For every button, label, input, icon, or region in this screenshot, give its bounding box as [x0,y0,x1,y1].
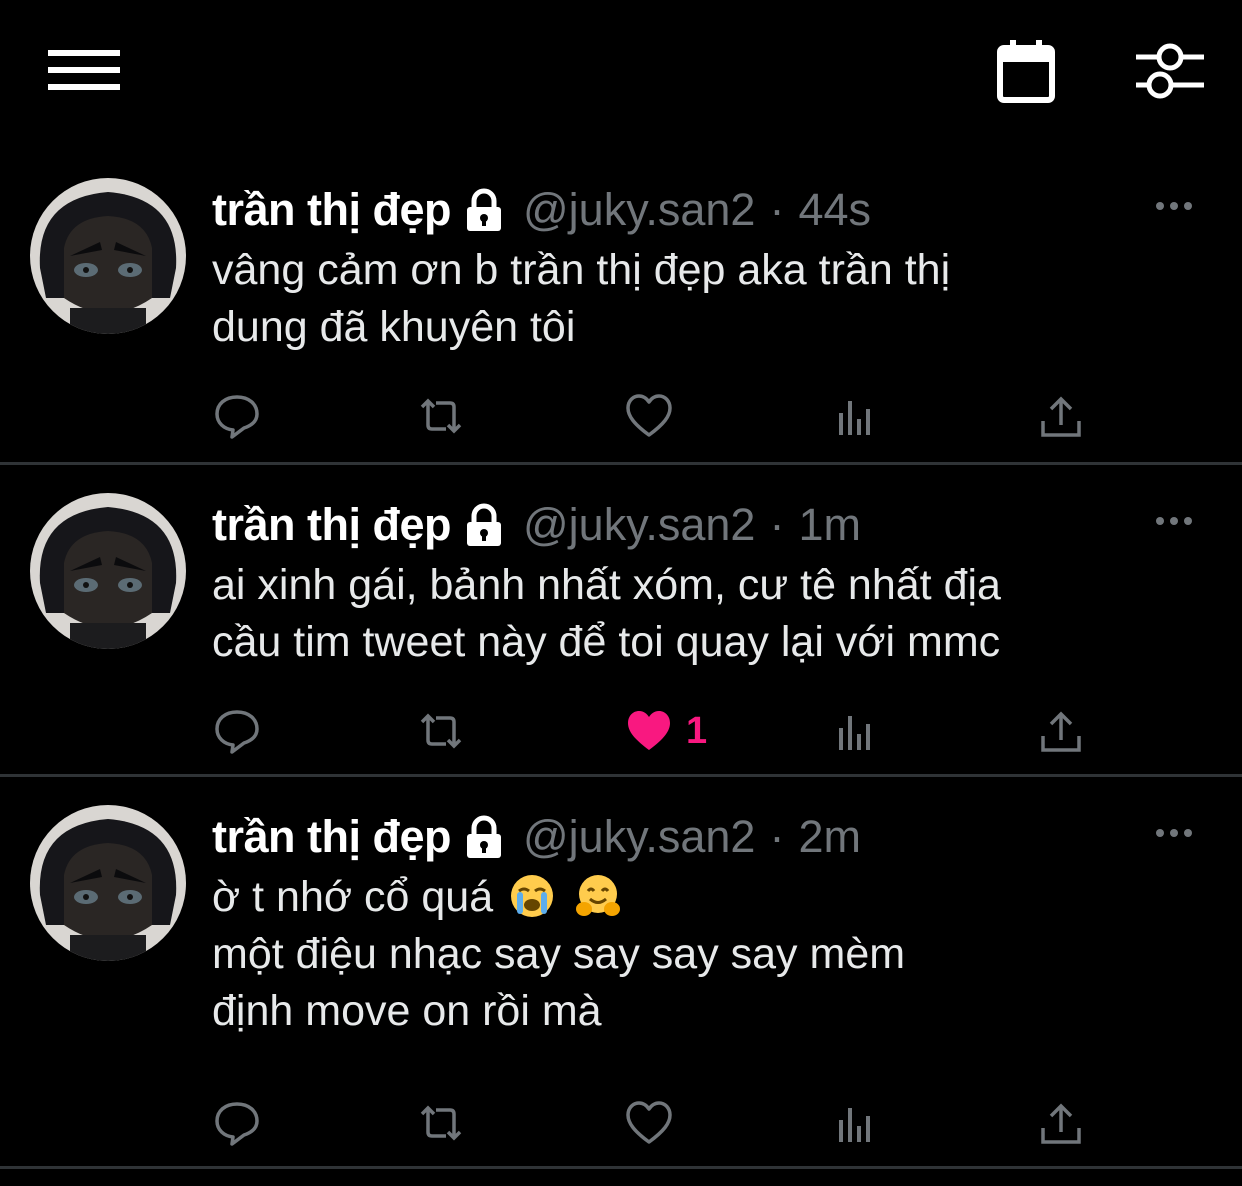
more-options-icon[interactable] [1154,196,1194,216]
lock-icon [461,502,507,548]
share-button[interactable] [1036,701,1086,761]
views-button[interactable] [830,1093,880,1153]
display-name[interactable]: trần thị đẹp [212,499,452,551]
like-button[interactable]: 1 [624,701,707,761]
tweet-text: vâng cảm ơn b trần thị đẹp aka trần thị … [212,246,951,351]
display-name[interactable]: trần thị đẹp [212,184,452,236]
timestamp[interactable]: 1m [798,499,861,551]
avatar[interactable] [30,493,186,649]
lock-icon [461,814,507,860]
tweet-actions [0,1093,1242,1153]
tweet-actions [0,386,1242,446]
share-icon [1041,1103,1081,1144]
separator: · [769,184,785,235]
reply-icon [215,710,259,754]
share-icon [1041,711,1081,752]
tweet-text-line1: ờ t nhớ cổ quá [212,873,494,921]
display-name[interactable]: trần thị đẹp [212,811,452,863]
bar-chart-icon [839,401,870,435]
sliders-icon[interactable] [1134,40,1206,102]
tweet[interactable]: trần thị đẹp @juky.san2 · 44s vâng cảm ơ… [0,150,1242,465]
avatar[interactable] [30,178,186,334]
reply-button[interactable] [212,386,262,446]
tweet-text: ờ t nhớ cổ quá một điệu nhạc say say say… [212,869,1192,1040]
tweet-header: trần thị đẹp @juky.san2 · 44s [212,180,871,240]
reply-button[interactable] [212,1093,262,1153]
tweet-header: trần thị đẹp @juky.san2 · 2m [212,807,861,867]
like-button[interactable] [624,386,674,446]
retweet-button[interactable] [416,386,466,446]
timestamp[interactable]: 44s [798,184,871,236]
loudly-crying-face-icon [509,873,555,919]
user-handle[interactable]: @juky.san2 [523,811,755,863]
tweet-text: ai xinh gái, bảnh nhất xóm, cư tê nhất đ… [212,561,1001,666]
more-options-icon[interactable] [1154,823,1194,843]
user-handle[interactable]: @juky.san2 [523,184,755,236]
retweet-icon [420,398,462,434]
hugging-face-icon [575,873,621,919]
separator: · [769,499,785,550]
share-button[interactable] [1036,386,1086,446]
retweet-button[interactable] [416,701,466,761]
heart-outline-icon [626,394,672,437]
share-icon [1041,396,1081,437]
views-button[interactable] [830,386,880,446]
bar-chart-icon [839,1108,870,1142]
tweet-text-rest: một điệu nhạc say say say say mèm định m… [212,930,906,1035]
separator: · [769,811,785,862]
reply-button[interactable] [212,701,262,761]
retweet-icon [420,713,462,749]
timestamp[interactable]: 2m [798,811,861,863]
bar-chart-icon [839,716,870,750]
hamburger-menu-icon[interactable] [48,46,120,94]
like-count: 1 [686,709,708,752]
avatar[interactable] [30,805,186,961]
more-options-icon[interactable] [1154,511,1194,531]
tweet[interactable]: trần thị đẹp @juky.san2 · 2m ờ t nhớ cổ … [0,777,1242,1169]
tweet-actions: 1 [0,701,1242,761]
calendar-icon[interactable] [996,38,1056,104]
top-navigation-bar [0,0,1242,150]
lock-icon [461,187,507,233]
retweet-button[interactable] [416,1093,466,1153]
retweet-icon [420,1105,462,1141]
user-handle[interactable]: @juky.san2 [523,499,755,551]
share-button[interactable] [1036,1093,1086,1153]
views-button[interactable] [830,701,880,761]
heart-outline-icon [626,1101,672,1144]
heart-filled-icon [628,711,670,750]
reply-icon [215,395,259,439]
tweet-feed: trần thị đẹp @juky.san2 · 44s vâng cảm ơ… [0,150,1242,1169]
reply-icon [215,1102,259,1146]
tweet[interactable]: trần thị đẹp @juky.san2 · 1m ai xinh gái… [0,465,1242,777]
like-button[interactable] [624,1093,674,1153]
tweet-header: trần thị đẹp @juky.san2 · 1m [212,495,861,555]
